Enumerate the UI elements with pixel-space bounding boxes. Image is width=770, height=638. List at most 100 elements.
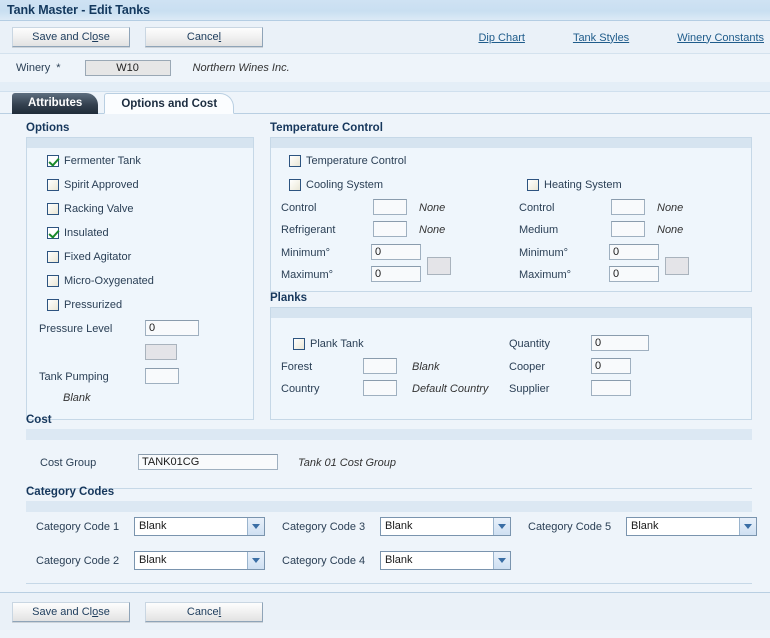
- checkbox-icon-checked: [47, 155, 59, 167]
- section-cost: Cost Cost Group TANK01CG Tank 01 Cost Gr…: [26, 414, 752, 489]
- link-winery-constants[interactable]: Winery Constants: [677, 32, 764, 44]
- category-code-5-label: Category Code 5: [528, 521, 612, 533]
- checkbox-plank-tank[interactable]: Plank Tank: [293, 338, 364, 350]
- link-dip-chart[interactable]: Dip Chart: [478, 32, 524, 44]
- heating-medium-label: Medium: [519, 224, 559, 236]
- checkbox-temperature-control[interactable]: Temperature Control: [289, 155, 406, 167]
- cost-group-description: Tank 01 Cost Group: [298, 457, 397, 469]
- link-tank-styles[interactable]: Tank Styles: [573, 32, 629, 44]
- checkbox-label: Fermenter Tank: [64, 155, 141, 167]
- pressure-level-uom-field: [145, 344, 177, 360]
- chevron-down-icon[interactable]: [247, 552, 264, 569]
- section-category-codes-strip: [26, 501, 752, 512]
- window-title-bar: Tank Master - Edit Tanks: [0, 0, 770, 21]
- cooling-minimum-field[interactable]: 0: [371, 244, 421, 260]
- checkbox-insulated[interactable]: Insulated: [47, 227, 109, 239]
- checkbox-racking-valve[interactable]: Racking Valve: [47, 203, 134, 215]
- tank-pumping-label: Tank Pumping: [39, 371, 109, 383]
- category-code-2-label: Category Code 2: [36, 555, 120, 567]
- category-code-2-value: Blank: [139, 554, 167, 566]
- tab-strip: Attributes Options and Cost: [0, 92, 770, 114]
- checkbox-cooling-system[interactable]: Cooling System: [289, 179, 383, 191]
- checkbox-icon-unchecked: [527, 179, 539, 191]
- winery-separator: [0, 82, 770, 92]
- category-code-1-value: Blank: [139, 520, 167, 532]
- pressure-level-label: Pressure Level: [39, 323, 113, 335]
- heating-control-description: None: [657, 202, 684, 214]
- chevron-down-icon[interactable]: [493, 552, 510, 569]
- checkbox-icon-unchecked: [293, 338, 305, 350]
- forest-field[interactable]: [363, 358, 397, 374]
- tab-options-and-cost[interactable]: Options and Cost: [104, 93, 235, 114]
- cooper-field[interactable]: 0: [591, 358, 631, 374]
- cancel-label-accel: l: [218, 605, 222, 618]
- tank-pumping-field[interactable]: [145, 368, 179, 384]
- pressure-level-field[interactable]: 0: [145, 320, 199, 336]
- section-planks-title: Planks: [270, 292, 308, 304]
- category-code-1-label: Category Code 1: [36, 521, 120, 533]
- category-code-4-value: Blank: [385, 554, 413, 566]
- cooling-refrigerant-field[interactable]: [373, 221, 407, 237]
- save-and-close-button-bottom[interactable]: Save and Close: [12, 601, 130, 622]
- tank-pumping-description: Blank: [63, 392, 91, 404]
- checkbox-heating-system[interactable]: Heating System: [527, 179, 622, 191]
- category-code-3-label: Category Code 3: [282, 521, 366, 533]
- section-cost-body: Cost Group TANK01CG Tank 01 Cost Group: [26, 440, 752, 489]
- cancel-label-pre: Cance: [186, 31, 219, 43]
- section-planks-strip: [270, 307, 752, 318]
- supplier-field[interactable]: [591, 380, 631, 396]
- category-code-1-dropdown[interactable]: Blank: [134, 517, 265, 536]
- main-content: Options Fermenter Tank Spirit Approved R…: [0, 114, 770, 630]
- checkbox-icon-unchecked: [289, 155, 301, 167]
- checkbox-spirit-approved[interactable]: Spirit Approved: [47, 179, 139, 191]
- heating-minimum-field[interactable]: 0: [609, 244, 659, 260]
- heating-medium-field[interactable]: [611, 221, 645, 237]
- cooling-refrigerant-label: Refrigerant: [281, 224, 336, 236]
- category-code-3-value: Blank: [385, 520, 413, 532]
- heating-medium-description: None: [657, 224, 684, 236]
- save-label-post: se: [98, 605, 110, 618]
- checkbox-label: Insulated: [64, 227, 109, 239]
- category-code-5-value: Blank: [631, 520, 659, 532]
- checkbox-fixed-agitator[interactable]: Fixed Agitator: [47, 251, 131, 263]
- heating-maximum-field[interactable]: 0: [609, 266, 659, 282]
- winery-field[interactable]: W10: [84, 60, 171, 76]
- cooling-control-field[interactable]: [373, 199, 407, 215]
- chevron-down-icon[interactable]: [247, 518, 264, 535]
- forest-label: Forest: [281, 361, 313, 373]
- save-and-close-button-top[interactable]: Save and Close: [12, 27, 130, 47]
- section-category-codes-title: Category Codes: [26, 486, 115, 498]
- heating-control-label: Control: [519, 202, 555, 214]
- quantity-field[interactable]: 0: [591, 335, 649, 351]
- category-code-2-dropdown[interactable]: Blank: [134, 551, 265, 570]
- tab-attributes[interactable]: Attributes: [12, 93, 99, 114]
- cooling-control-description: None: [419, 202, 446, 214]
- section-cost-strip: [26, 429, 752, 440]
- heating-control-field[interactable]: [611, 199, 645, 215]
- cost-group-field[interactable]: TANK01CG: [138, 454, 278, 470]
- checkbox-micro-oxygenated[interactable]: Micro-Oxygenated: [47, 275, 154, 287]
- cancel-button-top[interactable]: Cancel: [145, 27, 263, 47]
- top-links: Dip Chart Tank Styles Winery Constants: [478, 21, 770, 54]
- checkbox-icon-checked: [47, 227, 59, 239]
- checkbox-fermenter-tank[interactable]: Fermenter Tank: [47, 155, 141, 167]
- page-title: Tank Master - Edit Tanks: [7, 3, 151, 17]
- country-field[interactable]: [363, 380, 397, 396]
- chevron-down-icon[interactable]: [493, 518, 510, 535]
- top-toolbar: Save and Close Cancel Dip Chart Tank Sty…: [0, 21, 770, 54]
- chevron-down-icon[interactable]: [739, 518, 756, 535]
- section-category-codes: Category Codes Category Code 1 Blank Cat…: [26, 486, 757, 584]
- section-options-title: Options: [26, 122, 70, 134]
- heating-uom-field: [665, 257, 689, 275]
- winery-row: Winery * W10 Northern Wines Inc.: [0, 54, 770, 82]
- cooling-maximum-field[interactable]: 0: [371, 266, 421, 282]
- cancel-button-bottom[interactable]: Cancel: [145, 601, 263, 622]
- heating-minimum-label: Minimum°: [519, 247, 569, 259]
- checkbox-label: Pressurized: [64, 299, 123, 311]
- quantity-label: Quantity: [509, 338, 550, 350]
- category-code-4-dropdown[interactable]: Blank: [380, 551, 511, 570]
- section-category-codes-body: Category Code 1 Blank Category Code 2 Bl…: [26, 512, 757, 584]
- category-code-3-dropdown[interactable]: Blank: [380, 517, 511, 536]
- category-code-5-dropdown[interactable]: Blank: [626, 517, 757, 536]
- checkbox-pressurized[interactable]: Pressurized: [47, 299, 122, 311]
